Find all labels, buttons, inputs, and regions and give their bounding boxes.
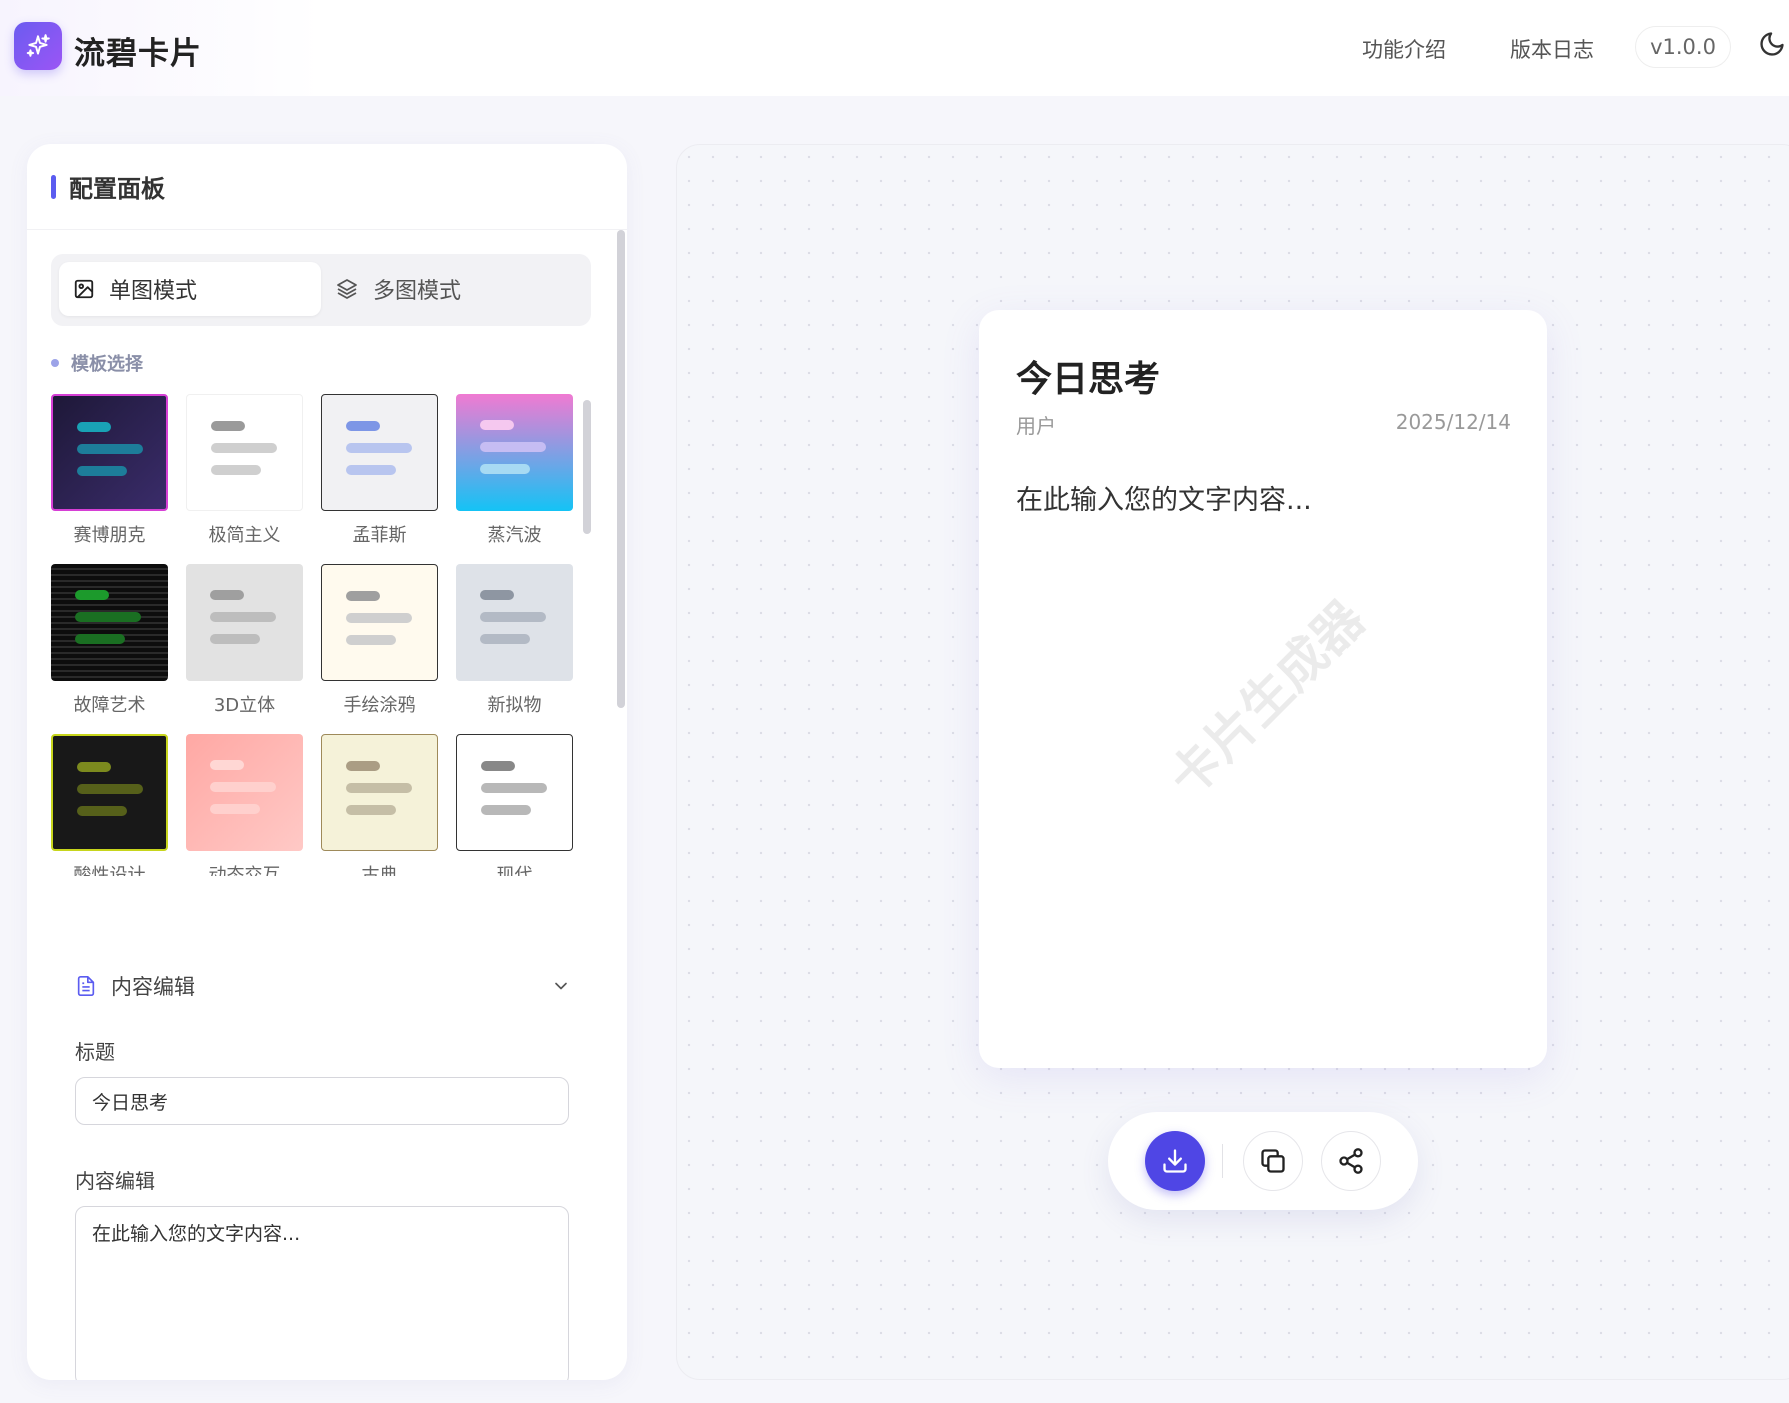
- template-thumb: [456, 564, 573, 681]
- template-thumb: [456, 734, 573, 851]
- template-section-label: 模板选择: [51, 350, 143, 376]
- download-button[interactable]: [1145, 1131, 1205, 1191]
- template-name: 故障艺术: [73, 695, 146, 716]
- template-cyberpunk[interactable]: 赛博朋克: [51, 394, 168, 547]
- template-thumb: [186, 734, 303, 851]
- moon-icon[interactable]: [1758, 30, 1786, 58]
- image-icon: [74, 279, 94, 299]
- brand-name: 流碧卡片: [74, 36, 202, 72]
- template-name: 现代: [496, 865, 533, 876]
- nav-features[interactable]: 功能介绍: [1362, 34, 1446, 64]
- template-name: 赛博朋克: [73, 525, 146, 546]
- chevron-down-icon[interactable]: [551, 976, 571, 996]
- copy-icon: [1261, 1149, 1285, 1173]
- single-image-mode-button[interactable]: 单图模式: [59, 262, 321, 316]
- template-thumb: [51, 564, 168, 681]
- content-edit-header[interactable]: 内容编辑: [75, 966, 571, 1006]
- title-field-label: 标题: [75, 1040, 115, 1064]
- template-minimalism[interactable]: 极简主义: [186, 394, 303, 547]
- panel-title: 配置面板: [69, 175, 165, 203]
- template-vaporwave[interactable]: 蒸汽波: [456, 394, 573, 547]
- template-name: 酸性设计: [73, 865, 146, 876]
- template-3d[interactable]: 3D立体: [186, 564, 303, 717]
- config-panel: 配置面板 单图模式 多图模式 模板选择 赛博朋克 极简主义 孟菲斯 蒸汽波 故障…: [27, 144, 627, 1380]
- multi-image-mode-label: 多图模式: [373, 279, 462, 304]
- template-grid: 赛博朋克 极简主义 孟菲斯 蒸汽波 故障艺术 3D立体 手绘涂鸦 新拟物 酸性设…: [51, 394, 591, 876]
- template-name: 手绘涂鸦: [343, 695, 416, 716]
- template-thumb: [186, 394, 303, 511]
- panel-title-accent: [51, 174, 56, 199]
- copy-button[interactable]: [1243, 1131, 1303, 1191]
- layers-icon: [337, 279, 357, 299]
- template-name: 古典: [361, 865, 398, 876]
- card-title: 今日思考: [1016, 359, 1161, 400]
- template-modern[interactable]: 现代: [456, 734, 573, 876]
- logo[interactable]: [14, 22, 62, 70]
- title-input[interactable]: 今日思考: [75, 1077, 569, 1125]
- share-icon: [1339, 1148, 1363, 1174]
- download-icon: [1163, 1149, 1187, 1173]
- template-name: 动态交互: [208, 865, 281, 876]
- preview-card: 今日思考 用户 2025/12/14 在此输入您的文字内容... 卡片生成器: [979, 310, 1547, 1068]
- card-author: 用户: [1016, 414, 1056, 438]
- template-acid-design[interactable]: 酸性设计: [51, 734, 168, 876]
- template-hand-drawn[interactable]: 手绘涂鸦: [321, 564, 438, 717]
- template-name: 孟菲斯: [352, 525, 407, 546]
- card-watermark: 卡片生成器: [1157, 589, 1376, 808]
- template-thumb: [321, 564, 438, 681]
- mode-switch: 单图模式 多图模式: [51, 254, 591, 326]
- multi-image-mode-button[interactable]: 多图模式: [321, 262, 583, 316]
- content-edit-section: 内容编辑 标题 今日思考 内容编辑 在此输入您的文字内容...: [75, 966, 571, 1380]
- template-thumb: [321, 734, 438, 851]
- template-neumorphism[interactable]: 新拟物: [456, 564, 573, 717]
- template-name: 极简主义: [208, 525, 281, 546]
- template-memphis[interactable]: 孟菲斯: [321, 394, 438, 547]
- template-thumb: [186, 564, 303, 681]
- template-thumb: [51, 394, 168, 511]
- template-name: 蒸汽波: [487, 525, 542, 546]
- template-name: 3D立体: [213, 695, 276, 716]
- sparkles-icon: [26, 34, 50, 57]
- version-badge[interactable]: v1.0.0: [1635, 26, 1731, 68]
- app-header: 流碧卡片 功能介绍 版本日志 v1.0.0: [0, 0, 1789, 96]
- template-section-title: 模板选择: [71, 354, 143, 375]
- share-button[interactable]: [1321, 1131, 1381, 1191]
- panel-scrollbar[interactable]: [617, 230, 625, 708]
- card-date: 2025/12/14: [1395, 410, 1511, 434]
- template-classical[interactable]: 古典: [321, 734, 438, 876]
- document-icon: [77, 976, 95, 996]
- body-textarea[interactable]: 在此输入您的文字内容...: [75, 1206, 569, 1380]
- single-image-mode-label: 单图模式: [109, 279, 198, 304]
- toolbar-divider: [1222, 1144, 1223, 1178]
- section-dot: [51, 359, 59, 367]
- card-body: 在此输入您的文字内容...: [1016, 485, 1312, 516]
- panel-header: 配置面板: [27, 144, 627, 230]
- body-field-label: 内容编辑: [75, 1169, 155, 1193]
- export-toolbar: [1108, 1112, 1418, 1210]
- nav-changelog[interactable]: 版本日志: [1510, 34, 1594, 64]
- template-name: 新拟物: [487, 695, 542, 716]
- template-dynamic-interaction[interactable]: 动态交互: [186, 734, 303, 876]
- content-edit-title: 内容编辑: [111, 975, 195, 999]
- template-scrollbar[interactable]: [583, 400, 591, 534]
- template-thumb: [321, 394, 438, 511]
- template-thumb: [456, 394, 573, 511]
- template-thumb: [51, 734, 168, 851]
- template-glitch-art[interactable]: 故障艺术: [51, 564, 168, 717]
